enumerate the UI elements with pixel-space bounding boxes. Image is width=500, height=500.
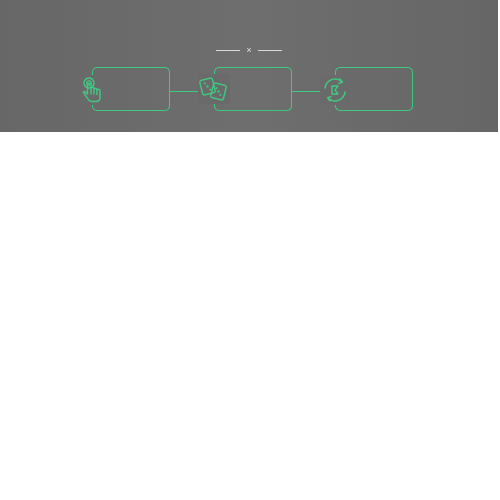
steps-banner: ×: [0, 0, 498, 132]
heading-right-rule: [257, 49, 282, 51]
step-connector-1: [170, 91, 200, 93]
heading-mark: ×: [246, 45, 252, 55]
rotate-arrows-icon: [320, 75, 350, 105]
section-heading: ×: [214, 44, 284, 56]
heading-left-rule: [216, 49, 241, 51]
step-connector-2: [292, 91, 322, 93]
dice-icon: [198, 74, 230, 104]
hand-pointer-icon: [79, 75, 109, 105]
